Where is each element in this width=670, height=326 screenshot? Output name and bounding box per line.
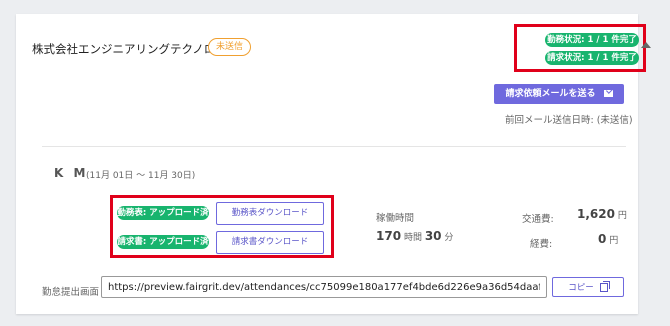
invoice-status-badge: 請求状況: 1 / 1 件完了 xyxy=(545,51,639,65)
divider xyxy=(42,146,626,147)
expense-unit: 円 xyxy=(609,236,619,246)
copy-button-label: コピー xyxy=(568,283,594,293)
worker-period: (11月 01日 〜 11月 30日) xyxy=(86,171,196,181)
client-card: 株式会社エンジニアリングテクノロジー 未送信 勤務状況: 1 / 1 件完了 請… xyxy=(16,14,651,314)
collapse-caret-icon[interactable] xyxy=(641,42,651,48)
invoice-download-button[interactable]: 請求書ダウンロード xyxy=(216,231,324,254)
invoice-uploaded-badge: 請求書: アップロード済 xyxy=(117,235,209,249)
transport-label: 交通費: xyxy=(522,214,554,225)
attendance-uploaded-badge: 勤務表: アップロード済 xyxy=(117,206,209,220)
work-minutes-unit: 分 xyxy=(444,233,454,243)
work-time-label: 稼働時間 xyxy=(376,213,415,224)
work-hours-unit: 時間 xyxy=(403,233,422,243)
work-hours: 170 xyxy=(376,229,402,243)
transport-unit: 円 xyxy=(617,211,627,221)
unsent-badge: 未送信 xyxy=(208,38,252,56)
upload-highlight-box: 勤務表: アップロード済 勤務表ダウンロード 請求書: アップロード済 請求書ダ… xyxy=(110,195,334,258)
expense-label: 経費: xyxy=(530,239,553,250)
transport-amount: 1,620 xyxy=(577,207,615,221)
transport-value: 1,620 円 xyxy=(577,207,627,221)
work-minutes: 30 xyxy=(424,229,442,243)
expense-amount: 0 xyxy=(598,232,607,246)
expense-value: 0 円 xyxy=(598,232,618,246)
worker-name: K M xyxy=(54,166,89,180)
copy-icon xyxy=(599,281,610,292)
status-highlight-box: 勤務状況: 1 / 1 件完了 請求状況: 1 / 1 件完了 xyxy=(514,24,646,72)
attendance-download-button[interactable]: 勤務表ダウンロード xyxy=(216,202,324,225)
work-time-value: 170 時間 30 分 xyxy=(376,229,453,243)
mail-icon xyxy=(603,90,613,97)
send-invoice-request-button[interactable]: 請求依頼メールを送る xyxy=(494,84,624,104)
send-button-label: 請求依頼メールを送る xyxy=(505,89,596,99)
last-sent-text: 前回メール送信日時: (未送信) xyxy=(505,115,633,126)
submission-url-label: 勤怠提出画面 xyxy=(42,287,100,298)
copy-button[interactable]: コピー xyxy=(552,277,624,297)
work-status-badge: 勤務状況: 1 / 1 件完了 xyxy=(545,33,639,47)
submission-url-field[interactable] xyxy=(101,276,547,298)
